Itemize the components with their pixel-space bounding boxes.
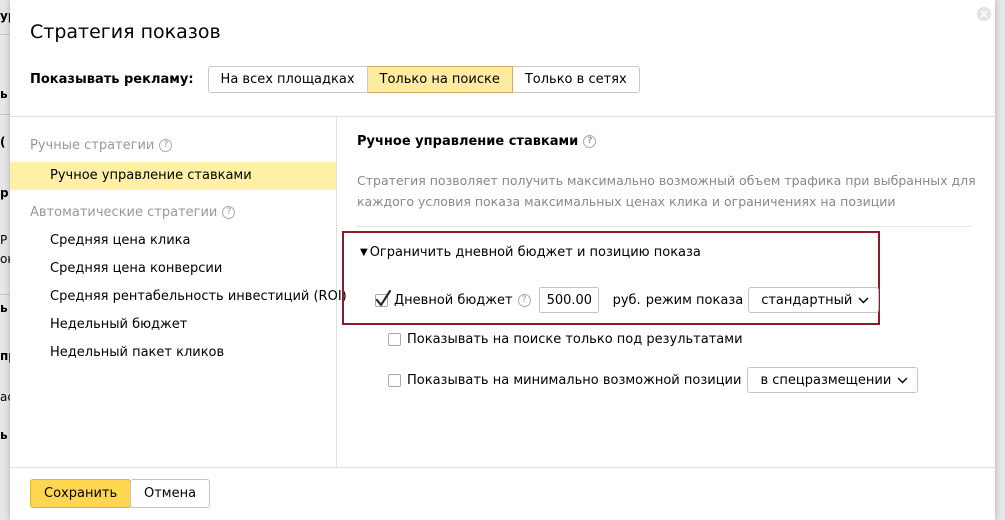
placement-search-button[interactable]: Только на поиске bbox=[367, 65, 513, 93]
help-icon[interactable]: ? bbox=[517, 293, 531, 307]
strategy-heading: Ручное управление ставками ? bbox=[357, 134, 597, 149]
placement-all-button[interactable]: На всех площадках bbox=[207, 65, 368, 93]
below-results-option: Показывать на поиске только под результа… bbox=[388, 332, 743, 347]
bg-fragment-10: ь bbox=[0, 428, 8, 442]
display-mode-select[interactable]: стандартный bbox=[748, 287, 880, 313]
bg-fragment-4: р bbox=[0, 186, 9, 200]
triangle-down-icon: ▼ bbox=[360, 247, 368, 258]
budget-limit-toggle-label: Ограничить дневной бюджет и позицию пока… bbox=[369, 245, 701, 260]
close-button[interactable] bbox=[977, 7, 991, 21]
placement-row: Показывать рекламу: На всех площадках То… bbox=[30, 65, 640, 93]
daily-budget-input[interactable] bbox=[538, 287, 599, 313]
bg-divider bbox=[0, 34, 10, 35]
display-mode-value: стандартный bbox=[761, 292, 853, 308]
save-button[interactable]: Сохранить bbox=[30, 479, 132, 508]
strategy-dialog: Стратегия показов Показывать рекламу: На… bbox=[10, 0, 995, 520]
sidebar-item-weekly-clicks[interactable]: Недельный пакет кликов bbox=[10, 339, 336, 367]
below-results-label: Показывать на поиске только под результа… bbox=[407, 332, 743, 347]
strategy-title: Ручное управление ставками bbox=[357, 134, 579, 149]
daily-budget-row: Дневной бюджет ? руб. режим показа станд… bbox=[375, 287, 880, 313]
footer-divider bbox=[10, 467, 995, 468]
strategy-description: Стратегия позволяет получить максимально… bbox=[357, 173, 976, 209]
bg-divider bbox=[0, 114, 10, 115]
bg-fragment-7: ь bbox=[0, 301, 8, 315]
close-icon bbox=[980, 10, 988, 18]
sidebar-item-avg-cpc[interactable]: Средняя цена клика bbox=[10, 227, 336, 255]
help-icon[interactable]: ? bbox=[159, 139, 173, 152]
strategy-settings-panel: Ручное управление ставками ? Стратегия п… bbox=[337, 117, 995, 467]
position-select[interactable]: в спецразмещении bbox=[747, 367, 919, 393]
placement-label: Показывать рекламу: bbox=[30, 71, 194, 87]
placement-switch: На всех площадках Только на поиске Тольк… bbox=[207, 65, 640, 93]
budget-limit-toggle[interactable]: ▼ Ограничить дневной бюджет и позицию по… bbox=[360, 245, 701, 260]
position-select-value: в спецразмещении bbox=[760, 372, 892, 388]
sidebar-item-avg-cpa[interactable]: Средняя цена конверсии bbox=[10, 255, 336, 283]
chevron-down-icon bbox=[858, 297, 869, 303]
bg-fragment-3: ( bbox=[0, 135, 6, 149]
display-mode-label: режим показа bbox=[645, 292, 744, 308]
min-position-label: Показывать на минимально возможной позиц… bbox=[407, 372, 742, 388]
bg-fragment-5: Р bbox=[0, 233, 8, 247]
daily-budget-label: Дневной бюджет bbox=[394, 292, 513, 308]
sidebar-item-manual-bids[interactable]: Ручное управление ставками bbox=[10, 162, 336, 190]
min-position-checkbox[interactable] bbox=[388, 373, 401, 387]
help-icon[interactable]: ? bbox=[222, 206, 236, 219]
manual-strategies-title: Ручные стратегии bbox=[30, 138, 155, 153]
placement-networks-button[interactable]: Только в сетях bbox=[512, 65, 640, 93]
section-divider bbox=[357, 226, 971, 227]
currency-label: руб. bbox=[612, 292, 641, 308]
daily-budget-checkbox[interactable] bbox=[375, 289, 391, 307]
manual-strategies-heading: Ручные стратегии ? bbox=[30, 138, 173, 153]
auto-strategies-title: Автоматические стратегии bbox=[30, 205, 218, 220]
min-position-option: Показывать на минимально возможной позиц… bbox=[388, 367, 919, 393]
sidebar-item-weekly-budget[interactable]: Недельный бюджет bbox=[10, 311, 336, 339]
checkmark-icon bbox=[375, 289, 391, 306]
below-results-checkbox[interactable] bbox=[388, 333, 401, 346]
bg-fragment-2: ь bbox=[0, 87, 8, 101]
sidebar-item-roi[interactable]: Средняя рентабельность инвестиций (ROI) bbox=[10, 283, 347, 311]
help-icon[interactable]: ? bbox=[583, 135, 597, 148]
dialog-title: Стратегия показов bbox=[30, 21, 221, 43]
auto-strategies-heading: Автоматические стратегии ? bbox=[30, 205, 236, 220]
bg-divider bbox=[0, 294, 10, 295]
cancel-button[interactable]: Отмена bbox=[130, 479, 211, 508]
chevron-down-icon bbox=[897, 377, 908, 383]
